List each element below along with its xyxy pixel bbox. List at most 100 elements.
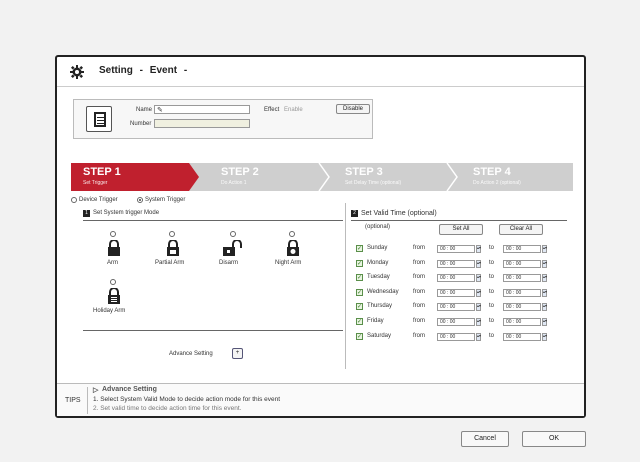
valid-time-title: Set Valid Time (optional)	[361, 210, 437, 217]
to-label: to	[489, 274, 495, 281]
step-progress-bar: STEP 1 Set Trigger STEP 2 Do Action 1 ST…	[71, 163, 573, 191]
to-time-input[interactable]: 00 : 00	[503, 259, 541, 268]
mode-step-badge: 1	[83, 210, 90, 217]
to-time-spinner[interactable]: ▴▾	[542, 303, 547, 312]
cancel-button[interactable]: Cancel	[461, 431, 509, 447]
divider	[351, 220, 567, 221]
advance-setting-button[interactable]: +	[232, 348, 243, 359]
divider	[83, 220, 343, 221]
document-icon	[86, 106, 112, 132]
tips-line-1: 1. Select System Valid Mode to decide ac…	[93, 396, 281, 403]
to-time-spinner[interactable]: ▴▾	[542, 259, 547, 268]
day-checkbox[interactable]: ✓	[356, 332, 363, 340]
arm-radio[interactable]	[110, 231, 116, 237]
from-time-input[interactable]: 00 : 00	[437, 274, 475, 283]
step-3[interactable]: STEP 3 Set Delay Time (optional)	[333, 163, 457, 191]
system-trigger-radio[interactable]	[137, 197, 143, 203]
day-label: Sunday	[367, 245, 388, 251]
tips-heading-icon: ▷	[93, 387, 99, 394]
to-time-spinner[interactable]: ▴▾	[542, 318, 547, 326]
to-time-input[interactable]: 00 : 00	[503, 245, 541, 253]
step-4-subtitle: Do Action 2 (optional)	[473, 180, 521, 186]
gear-icon	[70, 65, 84, 79]
to-time-input[interactable]: 00 : 00	[503, 274, 541, 283]
from-time-input[interactable]: 00 : 00	[437, 303, 475, 312]
day-label: Tuesday	[367, 274, 390, 281]
partial-lock-icon	[167, 240, 179, 256]
from-label: from	[413, 259, 425, 266]
from-time-spinner[interactable]: ▴▾	[476, 332, 481, 341]
from-time-input[interactable]: 00 : 00	[437, 259, 475, 268]
from-time-spinner[interactable]: ▴▾	[476, 288, 481, 297]
from-label: from	[413, 245, 425, 251]
day-checkbox[interactable]: ✓	[356, 318, 363, 325]
number-label: Number	[130, 121, 152, 127]
to-time-spinner[interactable]: ▴▾	[542, 332, 547, 341]
to-label: to	[489, 332, 495, 339]
panel-header: Setting - Event -	[57, 57, 584, 87]
night-lock-icon	[287, 240, 299, 256]
title-setting[interactable]: Setting	[99, 65, 133, 76]
tips-label: TIPS	[65, 397, 81, 404]
lock-icon	[108, 240, 120, 256]
partial-arm-radio[interactable]	[169, 231, 175, 237]
title-separator-1: -	[139, 65, 144, 76]
to-time-input[interactable]: 00 : 00	[503, 303, 541, 312]
from-time-spinner[interactable]: ▴▾	[476, 318, 481, 326]
night-arm-radio[interactable]	[289, 231, 295, 237]
divider	[83, 330, 343, 331]
from-time-spinner[interactable]: ▴▾	[476, 245, 481, 253]
to-time-spinner[interactable]: ▴▾	[542, 274, 547, 283]
to-time-input[interactable]: 00 : 00	[503, 332, 541, 341]
day-checkbox[interactable]: ✓	[356, 274, 363, 282]
from-time-input[interactable]: 00 : 00	[437, 318, 475, 326]
step-4[interactable]: STEP 4 Do Action 2 (optional)	[461, 163, 573, 191]
to-time-input[interactable]: 00 : 00	[503, 318, 541, 326]
holiday-arm-radio[interactable]	[110, 279, 116, 285]
step-2-title: STEP 2	[221, 166, 259, 178]
optional-label: (optional)	[365, 224, 391, 230]
arm-label: Arm	[107, 260, 118, 266]
from-time-input[interactable]: 00 : 00	[437, 332, 475, 341]
system-trigger-mode-label: Set System trigger Mode	[93, 210, 160, 216]
from-time-spinner[interactable]: ▴▾	[476, 274, 481, 283]
day-checkbox[interactable]: ✓	[356, 288, 363, 296]
step-1[interactable]: STEP 1 Set Trigger	[71, 163, 199, 191]
name-field[interactable]: ✎	[154, 105, 250, 114]
day-checkbox[interactable]: ✓	[356, 303, 363, 311]
night-arm-label: Night Arm	[275, 260, 302, 266]
event-setting-panel: Setting - Event - Name ✎ Number Effect E…	[55, 55, 586, 418]
clear-all-button[interactable]: Clear All	[499, 224, 543, 235]
valid-time-step-badge: 2	[351, 210, 358, 217]
to-time-spinner[interactable]: ▴▾	[542, 245, 547, 253]
from-label: from	[413, 274, 425, 281]
to-label: to	[489, 318, 495, 324]
to-time-input[interactable]: 00 : 00	[503, 288, 541, 297]
day-checkbox[interactable]: ✓	[356, 245, 363, 252]
set-all-button[interactable]: Set All	[439, 224, 483, 235]
disarm-label: Disarm	[219, 260, 238, 266]
ok-button[interactable]: OK	[522, 431, 586, 447]
enable-option[interactable]: Enable	[284, 107, 303, 113]
name-label: Name	[136, 107, 153, 113]
advance-setting-label: Advance Setting	[169, 351, 213, 357]
disable-button[interactable]: Disable	[336, 104, 370, 114]
from-label: from	[413, 318, 425, 324]
tips-section: TIPS ▷ Advance Setting 1. Select System …	[57, 383, 584, 416]
from-time-input[interactable]: 00 : 00	[437, 288, 475, 297]
title-event[interactable]: Event	[150, 65, 177, 76]
step-2-subtitle: Do Action 1	[221, 180, 247, 186]
disarm-radio[interactable]	[230, 231, 236, 237]
to-label: to	[489, 303, 495, 310]
number-field[interactable]	[154, 119, 250, 128]
from-time-input[interactable]: 00 : 00	[437, 245, 475, 253]
step-4-title: STEP 4	[473, 166, 511, 178]
step-1-subtitle: Set Trigger	[83, 180, 108, 186]
to-time-spinner[interactable]: ▴▾	[542, 288, 547, 297]
device-trigger-radio[interactable]	[71, 197, 77, 203]
from-time-spinner[interactable]: ▴▾	[476, 303, 481, 312]
day-checkbox[interactable]: ✓	[356, 259, 363, 267]
step-2[interactable]: STEP 2 Do Action 1	[205, 163, 329, 191]
holiday-arm-label: Holiday Arm	[93, 308, 126, 314]
from-time-spinner[interactable]: ▴▾	[476, 259, 481, 268]
